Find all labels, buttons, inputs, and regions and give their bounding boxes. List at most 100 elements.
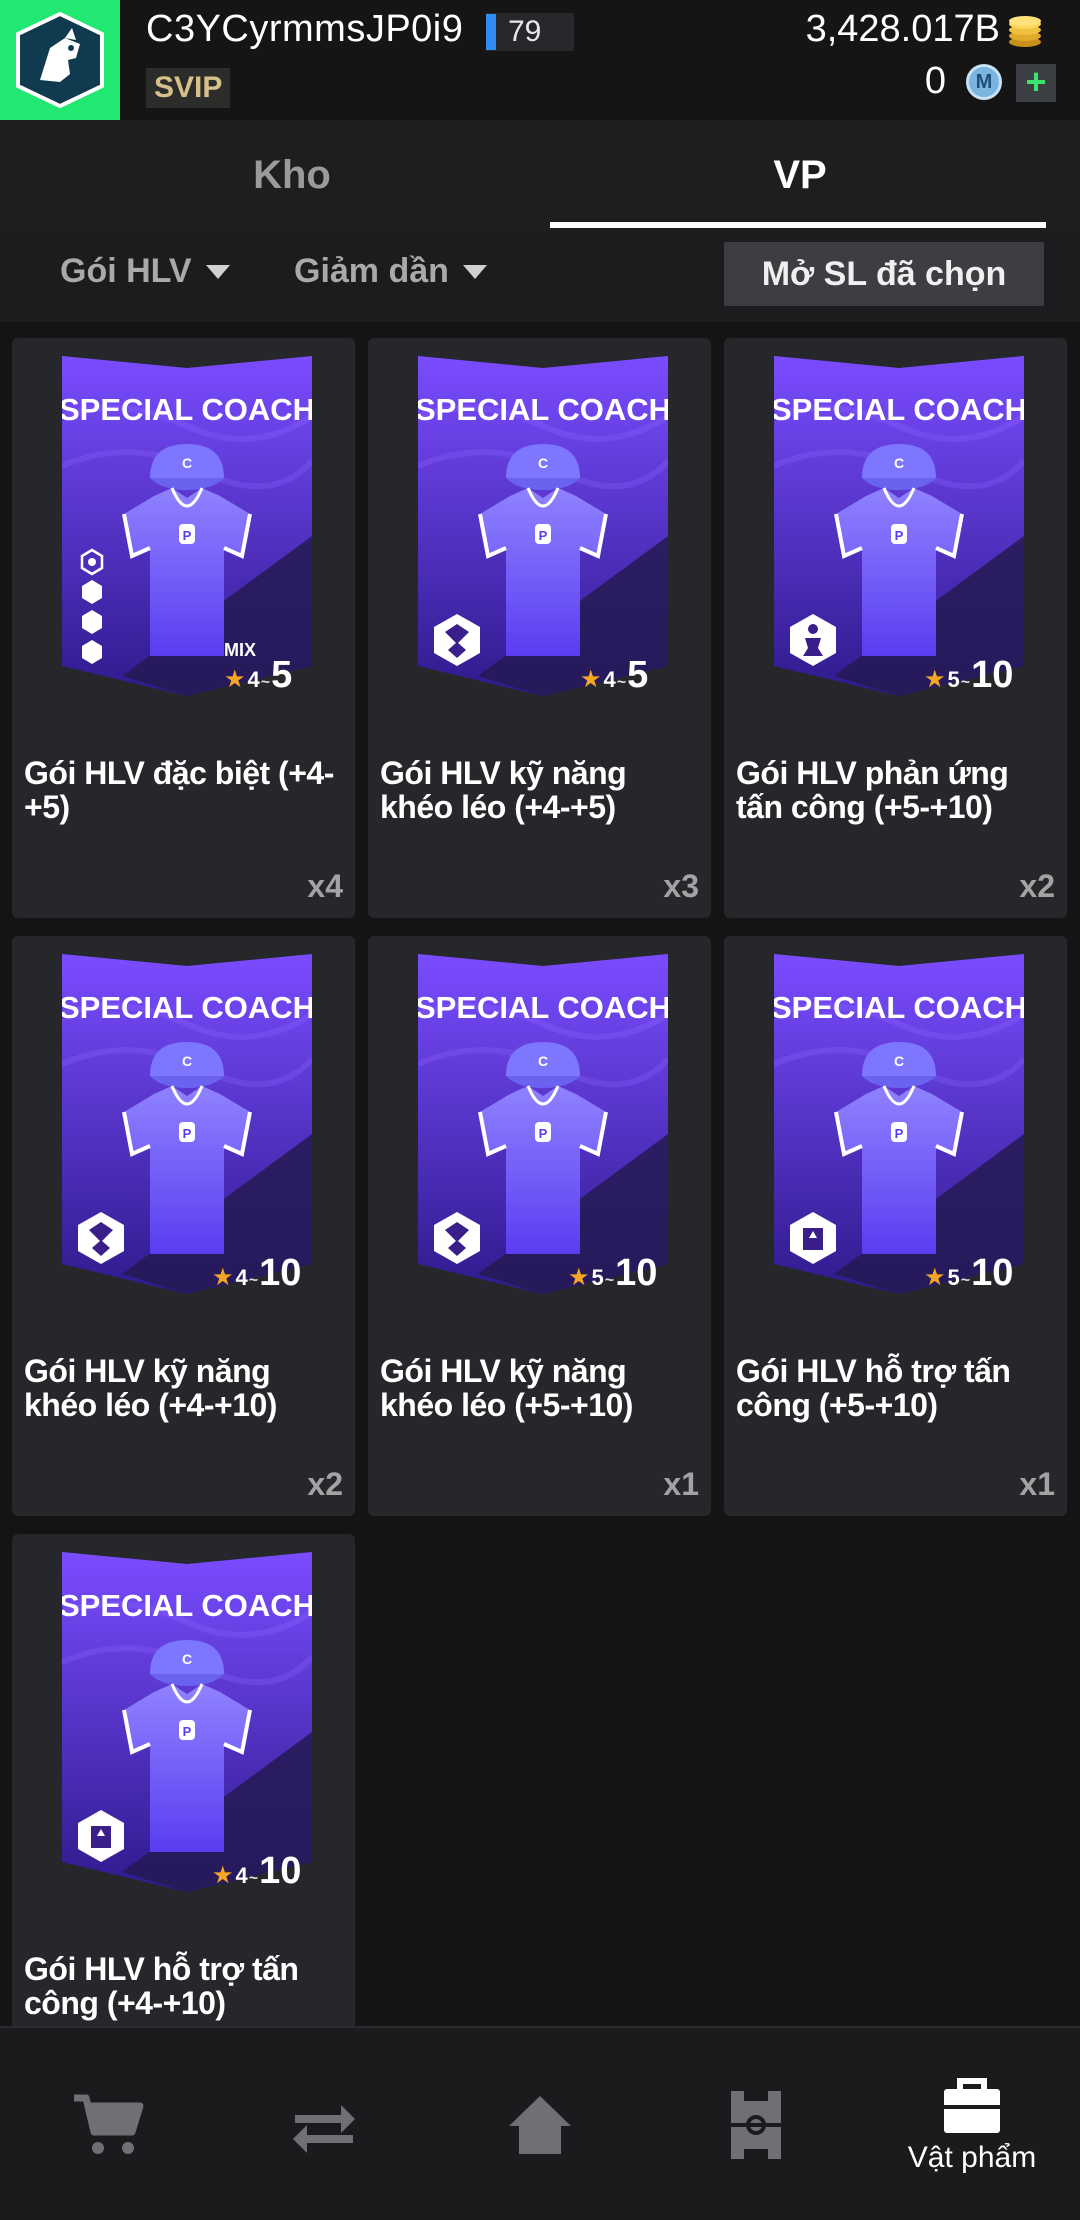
- svg-text:P: P: [895, 528, 904, 543]
- pack-name: Gói HLV hỗ trợ tấn công (+4-+10): [24, 1951, 299, 2021]
- nav-lineup[interactable]: [648, 2028, 864, 2220]
- grade-range: ★ 5 ~ 10: [924, 654, 1013, 697]
- grade-from: 4: [235, 1863, 248, 1888]
- pack-card[interactable]: SPECIAL COACH C P: [368, 936, 711, 1516]
- grade-range: ★ 4 ~ 10: [212, 1850, 301, 1893]
- vip-badge: SVIP: [146, 68, 231, 108]
- gold-coins-icon: [1009, 16, 1041, 47]
- open-selected-button[interactable]: Mở SL đã chọn: [724, 242, 1044, 306]
- svg-text:C: C: [182, 1651, 192, 1667]
- username: C3YCyrmmsJP0i9: [146, 8, 464, 50]
- grade-range: ★ 5 ~ 10: [924, 1252, 1013, 1295]
- pack-title: SPECIAL COACH: [774, 990, 1024, 1025]
- bottom-nav: Vật phẩm: [0, 2026, 1080, 2220]
- nav-transfer[interactable]: [216, 2028, 432, 2220]
- special-coach-pack-art: SPECIAL COACH C P: [62, 356, 312, 696]
- star-icon: ★: [924, 666, 946, 693]
- svg-text:P: P: [539, 1126, 548, 1141]
- grade-separator: ~: [604, 1272, 615, 1289]
- pack-name: Gói HLV kỹ năng khéo léo (+5-+10): [380, 1353, 633, 1423]
- svg-text:C: C: [538, 1053, 548, 1069]
- special-coach-pack-art: SPECIAL COACH C P: [774, 356, 1024, 696]
- home-icon: [509, 2096, 571, 2154]
- pack-title: SPECIAL COACH: [774, 392, 1024, 427]
- pack-name: Gói HLV kỹ năng khéo léo (+4-+10): [24, 1353, 277, 1423]
- pack-quantity: x2: [307, 1466, 343, 1502]
- grade-to: 10: [259, 1252, 302, 1294]
- grade-separator: ~: [248, 1272, 259, 1289]
- star-icon: ★: [924, 1264, 946, 1291]
- club-logo-icon: [16, 11, 104, 109]
- caret-down-icon: [462, 264, 487, 279]
- star-icon: ★: [580, 666, 602, 693]
- pack-title: SPECIAL COACH: [62, 1588, 312, 1623]
- star-icon: ★: [568, 1264, 590, 1291]
- grade-from: 5: [947, 667, 960, 692]
- level-number: 79: [508, 15, 542, 48]
- active-tab-indicator: [550, 222, 1046, 228]
- pack-title: SPECIAL COACH: [62, 990, 312, 1025]
- pack-quantity: x3: [663, 868, 699, 904]
- grade-separator: ~: [260, 674, 271, 691]
- club-logo[interactable]: [0, 0, 120, 120]
- level-badge: 79: [486, 13, 574, 51]
- sort-label: Giảm dần: [294, 252, 449, 290]
- pack-card[interactable]: SPECIAL COACH C P: [12, 338, 355, 918]
- grade-range: ★ 5 ~ 10: [568, 1252, 657, 1295]
- pack-card[interactable]: SPECIAL COACH C P: [12, 936, 355, 1516]
- pack-name: Gói HLV phản ứng tấn công (+5-+10): [736, 755, 1009, 825]
- svg-text:C: C: [538, 455, 548, 471]
- star-icon: ★: [224, 666, 246, 693]
- special-coach-pack-art: SPECIAL COACH C P: [418, 954, 668, 1294]
- svg-text:C: C: [894, 1053, 904, 1069]
- grade-range: ★ 4 ~ 5: [580, 654, 648, 697]
- svg-text:P: P: [183, 1126, 192, 1141]
- nav-shop[interactable]: [0, 2028, 216, 2220]
- nav-items-label: Vật phẩm: [907, 2141, 1037, 2174]
- tab-kho[interactable]: Kho: [22, 120, 562, 230]
- tab-vp[interactable]: VP: [530, 120, 1070, 230]
- nav-items[interactable]: Vật phẩm: [864, 2028, 1080, 2220]
- top-header: C3YCyrmmsJP0i9 79 SVIP 3,428.017B 0 M +: [0, 0, 1080, 120]
- svg-text:C: C: [182, 1053, 192, 1069]
- special-coach-pack-art: SPECIAL COACH C P: [62, 1552, 312, 1892]
- sort-dropdown[interactable]: Giảm dần: [294, 252, 487, 291]
- mcoin-amount: 0: [924, 60, 946, 102]
- grade-from: 4: [235, 1265, 248, 1290]
- bag-icon: [944, 2078, 1000, 2133]
- grade-to: 5: [271, 654, 293, 696]
- type-filter-dropdown[interactable]: Gói HLV: [60, 252, 230, 291]
- grade-to: 10: [971, 1252, 1014, 1294]
- pack-quantity: x2: [1019, 868, 1055, 904]
- grade-separator: ~: [616, 674, 627, 691]
- pack-title: SPECIAL COACH: [418, 990, 668, 1025]
- grade-from: 4: [603, 667, 616, 692]
- pack-quantity: x1: [663, 1466, 699, 1502]
- add-currency-button[interactable]: +: [1016, 64, 1056, 102]
- pack-card[interactable]: SPECIAL COACH C P: [724, 338, 1067, 918]
- pack-card[interactable]: SPECIAL COACH C P: [724, 936, 1067, 1516]
- mcoin-icon: M: [966, 64, 1002, 100]
- grade-separator: ~: [960, 674, 971, 691]
- grade-range: ★ 4 ~ 5: [224, 654, 292, 697]
- svg-text:P: P: [183, 528, 192, 543]
- grade-to: 10: [259, 1850, 302, 1892]
- pack-title: SPECIAL COACH: [62, 392, 312, 427]
- pack-name: Gói HLV đặc biệt (+4-+5): [24, 755, 334, 825]
- svg-text:P: P: [183, 1724, 192, 1739]
- star-icon: ★: [212, 1264, 234, 1291]
- grade-to: 10: [615, 1252, 658, 1294]
- grade-separator: ~: [248, 1870, 259, 1887]
- nav-home[interactable]: [432, 2028, 648, 2220]
- pack-name: Gói HLV hỗ trợ tấn công (+5-+10): [736, 1353, 1011, 1423]
- pack-card[interactable]: SPECIAL COACH C P: [368, 338, 711, 918]
- pitch-icon: [731, 2091, 781, 2159]
- svg-text:C: C: [182, 455, 192, 471]
- caret-down-icon: [205, 264, 230, 279]
- star-icon: ★: [212, 1862, 234, 1889]
- grade-to: 10: [971, 654, 1014, 696]
- grade-from: 5: [947, 1265, 960, 1290]
- special-coach-pack-art: SPECIAL COACH C P: [774, 954, 1024, 1294]
- grade-from: 5: [591, 1265, 604, 1290]
- grade-range: ★ 4 ~ 10: [212, 1252, 301, 1295]
